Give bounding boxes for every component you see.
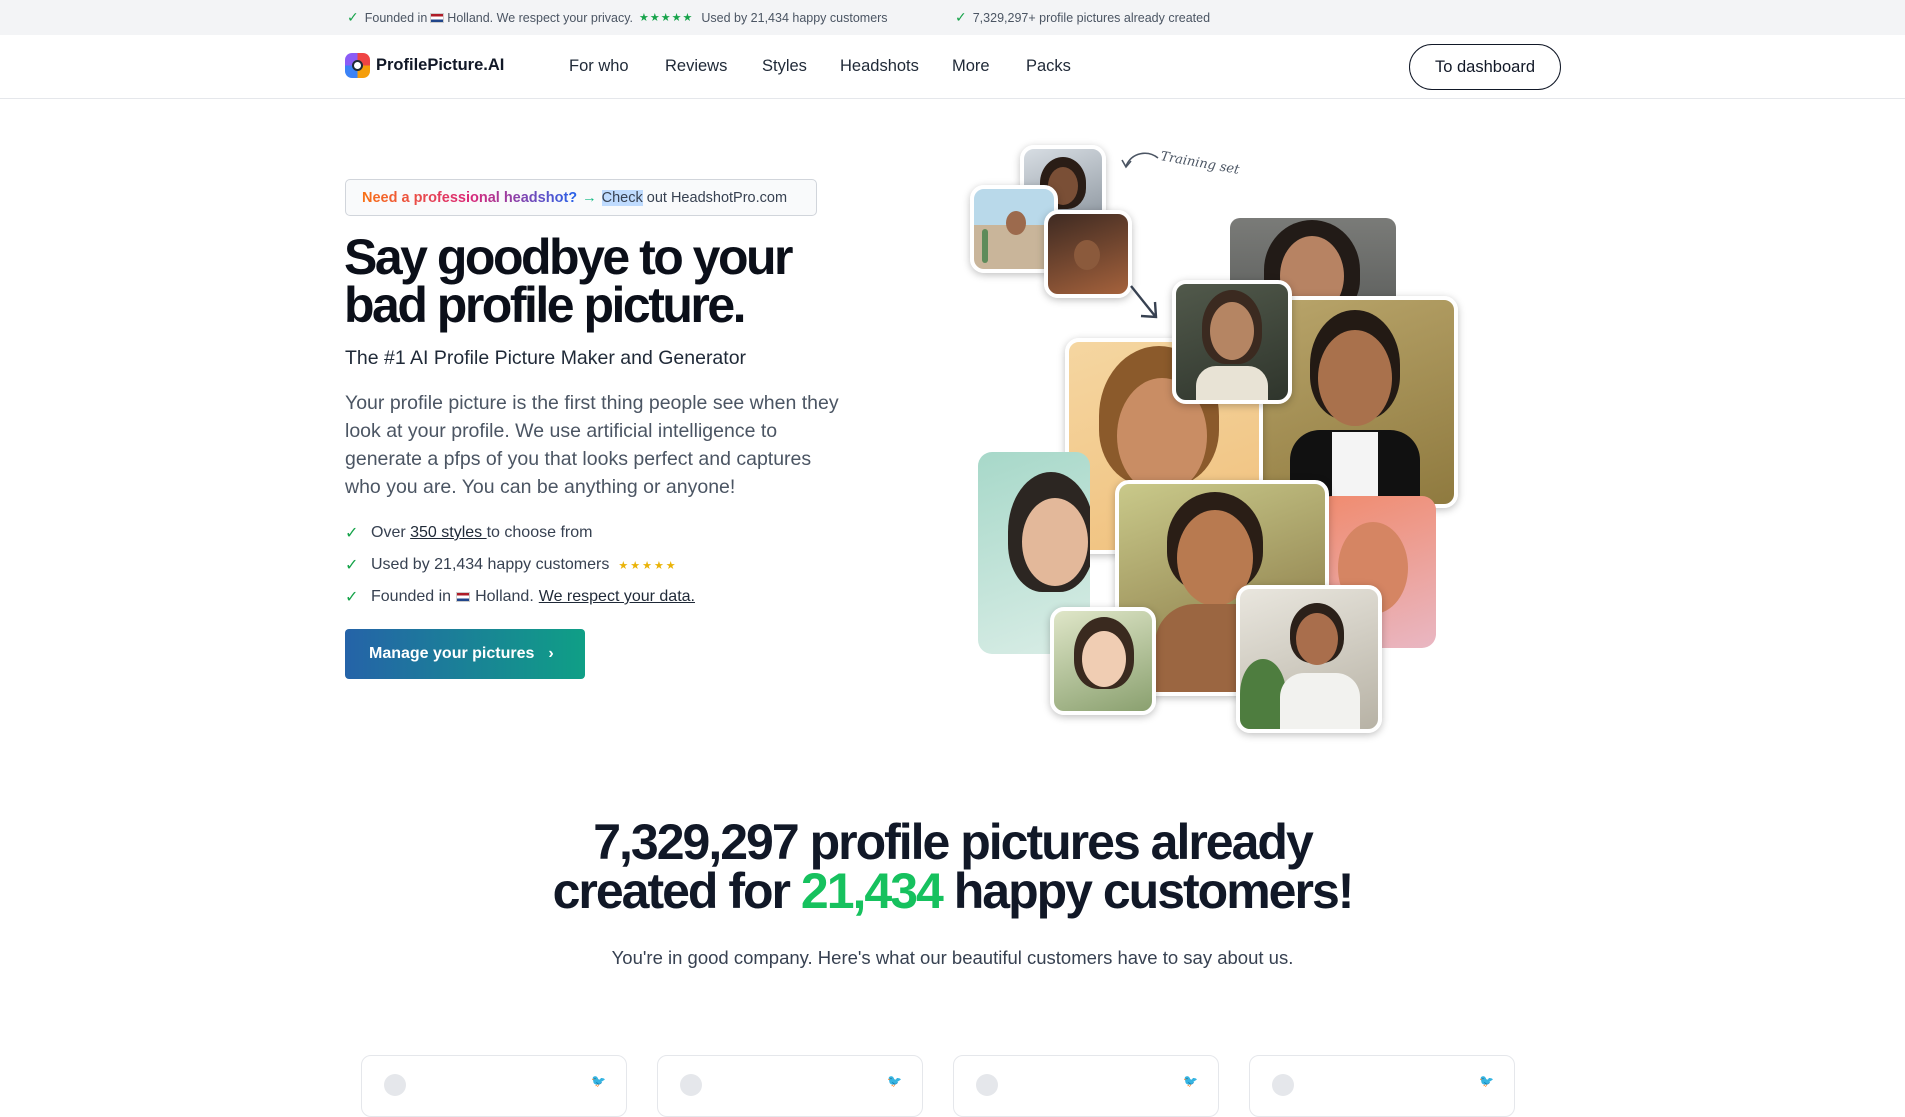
stats-text: happy customers! <box>941 863 1355 919</box>
netherlands-flag-icon <box>430 12 445 23</box>
announcement-text: 7,329,297+ profile pictures already crea… <box>972 10 1211 25</box>
generated-portrait <box>1236 585 1382 733</box>
review-card[interactable]: 🐦 <box>953 1055 1219 1117</box>
review-card[interactable]: 🐦 <box>361 1055 627 1117</box>
styles-link[interactable]: 350 styles <box>410 524 486 542</box>
review-card[interactable]: 🐦 <box>657 1055 923 1117</box>
twitter-icon: 🐦 <box>591 1074 606 1088</box>
nav-link-styles[interactable]: Styles <box>762 57 807 76</box>
check-icon: ✓ <box>345 525 359 542</box>
announcement-item-founded: ✓ Founded in Holland. We respect your pr… <box>347 0 888 35</box>
nav-link-more[interactable]: More <box>952 57 990 76</box>
manage-pictures-button[interactable]: Manage your pictures › <box>345 629 585 679</box>
feature-text: Over <box>371 524 411 541</box>
headshot-promo-banner[interactable]: Need a professional headshot? → Check ou… <box>345 179 817 216</box>
nav-link-reviews[interactable]: Reviews <box>665 57 727 76</box>
promo-selected-text: Check <box>601 189 643 206</box>
check-icon: ✓ <box>347 9 359 25</box>
feature-text: Used by 21,434 happy customers <box>371 556 610 573</box>
twitter-icon: 🐦 <box>887 1074 902 1088</box>
arrow-right-icon: → <box>582 189 597 206</box>
avatar <box>384 1074 406 1096</box>
logo-icon <box>345 53 370 78</box>
generated-portrait <box>1172 280 1292 404</box>
feature-customers: ✓ Used by 21,434 happy customers ★★★★★ <box>345 549 695 581</box>
announcement-text: Holland. We respect your privacy. <box>447 10 634 25</box>
arrow-down-right-icon <box>1130 285 1158 319</box>
stats-text: created for <box>552 863 801 919</box>
generated-portrait <box>1050 607 1156 715</box>
main-navigation: ProfilePicture.AI For who Reviews Styles… <box>0 35 1905 99</box>
announcement-text: Used by 21,434 happy customers <box>701 10 888 25</box>
stats-subtitle: You're in good company. Here's what our … <box>611 947 1294 968</box>
twitter-icon: 🐦 <box>1479 1074 1494 1088</box>
hero-description: Your profile picture is the first thing … <box>345 392 839 498</box>
training-photo <box>1044 210 1132 298</box>
netherlands-flag-icon <box>456 592 471 602</box>
announcement-item-count: ✓ 7,329,297+ profile pictures already cr… <box>955 0 1210 35</box>
rating-stars-icon: ★★★★★ <box>618 559 678 572</box>
chevron-right-icon: › <box>548 645 554 662</box>
nav-link-for-who[interactable]: For who <box>569 57 629 76</box>
cta-label: Manage your pictures <box>369 645 535 662</box>
dashboard-button[interactable]: To dashboard <box>1409 44 1561 90</box>
check-icon: ✓ <box>345 557 359 574</box>
avatar <box>1272 1074 1294 1096</box>
announcement-bar: ✓ Founded in Holland. We respect your pr… <box>0 0 1905 35</box>
rating-stars-icon: ★★★★★ <box>639 12 694 24</box>
customers-count: 21,434 <box>800 863 944 919</box>
curved-arrow-icon <box>1121 152 1159 169</box>
promo-highlight: Need a professional headshot? <box>362 189 578 206</box>
check-icon: ✓ <box>955 9 967 25</box>
logo-text: ProfilePicture.AI <box>376 56 505 74</box>
review-card[interactable]: 🐦 <box>1249 1055 1515 1117</box>
avatar <box>976 1074 998 1096</box>
site-logo[interactable]: ProfilePicture.AI <box>345 53 504 78</box>
promo-text: out HeadshotPro.com <box>642 189 788 206</box>
feature-text: to choose from <box>486 524 593 541</box>
nav-link-headshots[interactable]: Headshots <box>840 57 919 76</box>
avatar <box>680 1074 702 1096</box>
feature-checklist: ✓ Over 350 styles to choose from ✓ Used … <box>345 517 695 613</box>
feature-founded: ✓ Founded in Holland. We respect your da… <box>345 581 695 613</box>
hero-subtitle: The #1 AI Profile Picture Maker and Gene… <box>345 347 747 369</box>
announcement-text: Founded in <box>364 10 428 25</box>
privacy-link[interactable]: We respect your data. <box>539 588 695 606</box>
stats-text: profile pictures already <box>797 814 1314 870</box>
feature-text: Holland. <box>475 588 534 605</box>
hero-title: Say goodbye to your bad profile picture. <box>344 229 794 333</box>
nav-link-packs[interactable]: Packs <box>1026 57 1071 76</box>
check-icon: ✓ <box>345 589 359 606</box>
twitter-icon: 🐦 <box>1183 1074 1198 1088</box>
pictures-count: 7,329,297 <box>593 814 799 870</box>
feature-text: Founded in <box>371 588 452 605</box>
training-set-label: Training set <box>1159 149 1241 178</box>
feature-styles: ✓ Over 350 styles to choose from <box>345 517 695 549</box>
stats-heading: 7,329,297 profile pictures already creat… <box>0 817 1905 919</box>
